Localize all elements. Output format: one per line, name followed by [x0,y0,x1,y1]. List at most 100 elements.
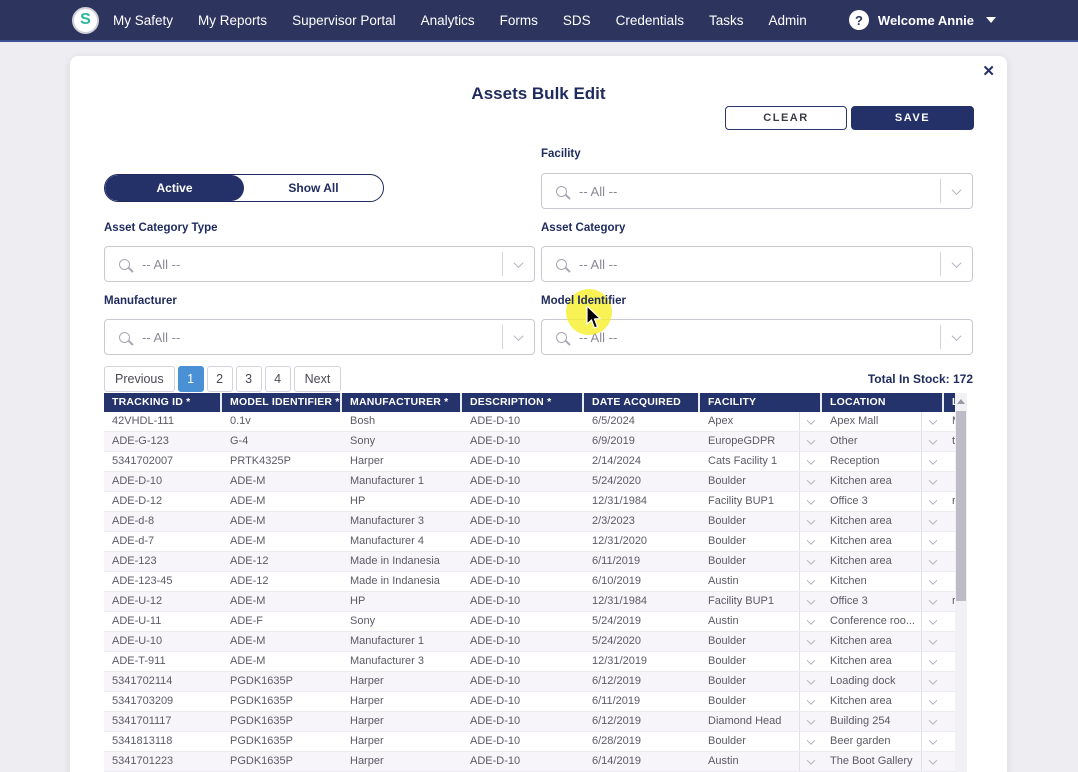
chevron-down-icon[interactable] [922,672,944,691]
scrollbar-up-icon[interactable] [955,393,967,409]
chevron-down-icon[interactable] [922,572,944,591]
chevron-down-icon[interactable] [800,452,822,471]
app-logo-icon[interactable]: S [72,7,99,34]
facility-cell[interactable]: Facility BUP1 [700,592,822,611]
facility-cell[interactable]: Boulder [700,532,822,551]
table-scrollbar[interactable] [955,393,967,772]
nav-item-supervisor-portal[interactable]: Supervisor Portal [292,13,396,28]
column-header-4[interactable]: DATE ACQUIRED [584,393,700,412]
pagination-page-3[interactable]: 3 [236,366,262,392]
facility-cell[interactable]: Diamond Head [700,712,822,731]
chevron-down-icon[interactable] [922,532,944,551]
chevron-down-icon[interactable] [922,712,944,731]
chevron-down-icon[interactable] [800,532,822,551]
facility-cell[interactable]: Austin [700,612,822,631]
nav-item-my-reports[interactable]: My Reports [198,13,267,28]
toggle-active[interactable]: Active [105,175,244,201]
manufacturer-dropdown-open[interactable] [502,325,534,349]
location-cell[interactable]: Building 254 [822,712,944,731]
chevron-down-icon[interactable] [922,492,944,511]
nav-item-forms[interactable]: Forms [500,13,538,28]
nav-item-sds[interactable]: SDS [563,13,591,28]
location-cell[interactable]: The Boot Gallery [822,752,944,771]
chevron-down-icon[interactable] [800,652,822,671]
facility-cell[interactable]: Austin [700,752,822,771]
chevron-down-icon[interactable] [800,732,822,751]
chevron-down-icon[interactable] [800,412,822,431]
chevron-down-icon[interactable] [800,632,822,651]
nav-item-tasks[interactable]: Tasks [709,13,744,28]
chevron-down-icon[interactable] [922,632,944,651]
help-icon[interactable]: ? [849,10,869,30]
chevron-down-icon[interactable] [800,432,822,451]
nav-item-admin[interactable]: Admin [768,13,806,28]
facility-cell[interactable]: Cats Facility 1 [700,452,822,471]
save-button[interactable]: SAVE [851,106,974,130]
location-cell[interactable]: Conference roo... [822,612,944,631]
location-cell[interactable]: Kitchen area [822,472,944,491]
location-cell[interactable]: Office 3 [822,592,944,611]
chevron-down-icon[interactable] [800,472,822,491]
chevron-down-icon[interactable] [800,592,822,611]
location-cell[interactable]: Kitchen area [822,552,944,571]
chevron-down-icon[interactable] [922,652,944,671]
chevron-down-icon[interactable] [922,732,944,751]
chevron-down-icon[interactable] [922,692,944,711]
pagination-page-4[interactable]: 4 [265,366,291,392]
chevron-down-icon[interactable] [922,512,944,531]
location-cell[interactable]: Loading dock [822,672,944,691]
pagination-next-button[interactable]: Next [294,366,342,392]
chevron-down-icon[interactable] [922,592,944,611]
toggle-show-all[interactable]: Show All [244,175,383,201]
chevron-down-icon[interactable] [922,412,944,431]
facility-cell[interactable]: Facility BUP1 [700,492,822,511]
facility-dropdown[interactable]: -- All -- [541,173,973,209]
chevron-down-icon[interactable] [922,612,944,631]
column-header-1[interactable]: MODEL IDENTIFIER * [222,393,342,412]
chevron-down-icon[interactable] [922,752,944,771]
facility-cell[interactable]: EuropeGDPR [700,432,822,451]
column-header-5[interactable]: FACILITY [700,393,822,412]
location-cell[interactable]: Kitchen area [822,652,944,671]
location-cell[interactable]: Reception [822,452,944,471]
chevron-down-icon[interactable] [922,452,944,471]
facility-dropdown-open[interactable] [940,179,972,203]
asset-category-dropdown[interactable]: -- All -- [541,246,973,282]
column-header-6[interactable]: LOCATION [822,393,944,412]
chevron-down-icon[interactable] [800,692,822,711]
asset-category-type-dropdown[interactable]: -- All -- [104,246,535,282]
chevron-down-icon[interactable] [800,512,822,531]
chevron-down-icon[interactable] [922,472,944,491]
nav-item-my-safety[interactable]: My Safety [113,13,173,28]
column-header-3[interactable]: DESCRIPTION * [462,393,584,412]
chevron-down-icon[interactable] [800,752,822,771]
user-menu[interactable]: ? Welcome Annie [849,10,996,30]
facility-cell[interactable]: Boulder [700,632,822,651]
facility-cell[interactable]: Boulder [700,552,822,571]
location-cell[interactable]: Kitchen [822,572,944,591]
nav-item-credentials[interactable]: Credentials [616,13,684,28]
scrollbar-thumb[interactable] [956,411,966,601]
chevron-down-icon[interactable] [922,552,944,571]
chevron-down-icon[interactable] [986,17,996,23]
asset-category-type-dropdown-open[interactable] [502,252,534,276]
chevron-down-icon[interactable] [922,432,944,451]
facility-cell[interactable]: Austin [700,572,822,591]
facility-cell[interactable]: Apex [700,412,822,431]
facility-cell[interactable]: Boulder [700,472,822,491]
column-header-2[interactable]: MANUFACTURER * [342,393,462,412]
facility-cell[interactable]: Boulder [700,652,822,671]
close-icon[interactable]: ✕ [982,62,995,80]
model-identifier-dropdown-open[interactable] [940,325,972,349]
chevron-down-icon[interactable] [800,672,822,691]
chevron-down-icon[interactable] [800,712,822,731]
chevron-down-icon[interactable] [800,572,822,591]
pagination-previous-button[interactable]: Previous [104,366,175,392]
chevron-down-icon[interactable] [800,492,822,511]
location-cell[interactable]: Kitchen area [822,632,944,651]
chevron-down-icon[interactable] [800,552,822,571]
location-cell[interactable]: Kitchen area [822,512,944,531]
facility-cell[interactable]: Boulder [700,672,822,691]
location-cell[interactable]: Beer garden [822,732,944,751]
column-header-0[interactable]: TRACKING ID * [104,393,222,412]
